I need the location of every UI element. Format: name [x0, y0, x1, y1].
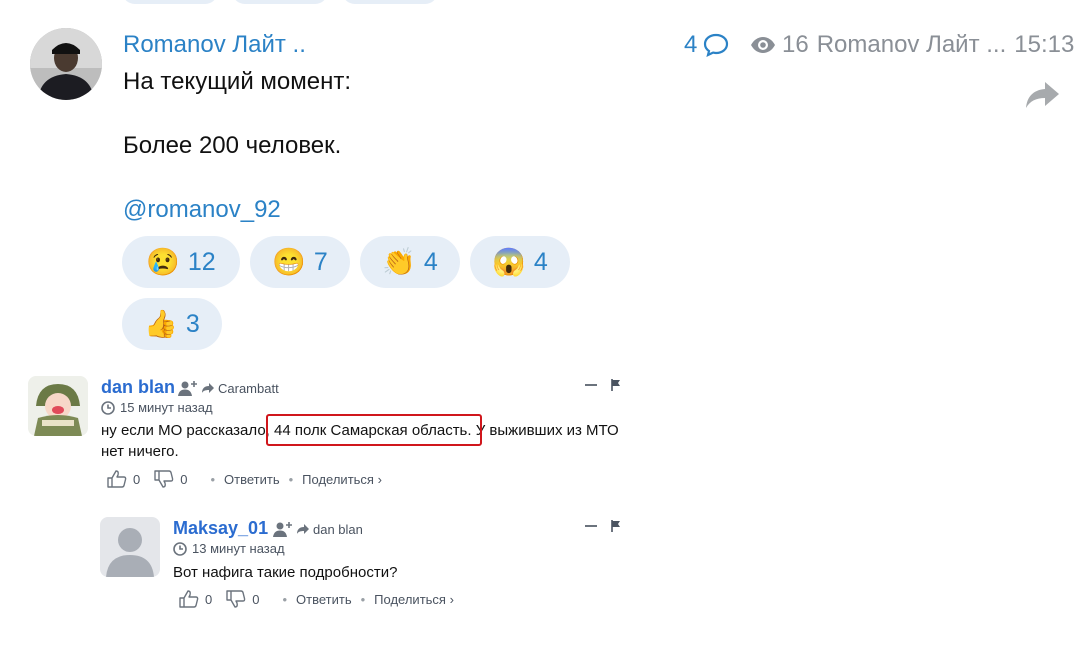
thumbs-up-icon: 👍	[144, 308, 178, 339]
separator: •	[360, 591, 366, 607]
post-time: 15:13	[1014, 31, 1075, 58]
channel-name: Romanov Лайт ...	[816, 31, 1007, 58]
post-line-2: Более 200 человек.	[123, 132, 342, 159]
post-meta: 16 Romanov Лайт ... 15:13	[750, 31, 1074, 59]
reply-to-name[interactable]: dan blan	[313, 522, 363, 537]
reaction-pill-partial[interactable]	[342, 0, 438, 4]
share-icon[interactable]	[1025, 80, 1061, 115]
post-author[interactable]: Romanov Лайт ..	[123, 31, 306, 59]
share-link[interactable]: Поделиться ›	[302, 472, 382, 487]
clapping-hands-icon: 👏	[382, 246, 416, 277]
comment-time: 15 минут назад	[101, 400, 213, 415]
screaming-face-icon: 😱	[492, 246, 526, 277]
comment-time-text: 13 минут назад	[192, 541, 285, 556]
reaction-scream[interactable]: 😱 4	[470, 236, 570, 288]
reaction-count: 3	[185, 309, 200, 338]
like-count: 0	[133, 471, 141, 487]
comment-actions: 0 0 • Ответить • Поделиться ›	[179, 590, 454, 608]
comment-time: 13 минут назад	[173, 541, 285, 556]
comments-count[interactable]: 4	[684, 31, 729, 59]
reply-link[interactable]: Ответить	[296, 592, 352, 607]
like-count: 0	[205, 591, 213, 607]
comment-author[interactable]: Maksay_01	[173, 518, 268, 539]
add-user-icon[interactable]	[273, 521, 293, 537]
grinning-face-icon: 😁	[272, 246, 306, 277]
post-line-1: На текущий момент:	[123, 68, 352, 95]
flag-icon[interactable]	[611, 379, 621, 391]
thumbs-up-icon[interactable]	[107, 470, 127, 488]
red-highlight-box	[266, 414, 482, 446]
reply-arrow-icon	[202, 383, 214, 393]
comment-text: Вот нафига такие подробности?	[173, 564, 398, 581]
reaction-thumbs-up[interactable]: 👍 3	[122, 298, 222, 350]
views-count: 16	[782, 31, 809, 58]
reaction-count: 7	[313, 247, 328, 276]
reply-arrow-icon	[297, 524, 309, 534]
thumbs-up-icon[interactable]	[179, 590, 199, 608]
separator: •	[282, 591, 288, 607]
crying-face-icon: 😢	[146, 246, 180, 277]
dislike-count: 0	[252, 591, 260, 607]
reply-to-name[interactable]: Carambatt	[218, 381, 279, 396]
flag-icon[interactable]	[611, 520, 621, 532]
collapse-icon[interactable]	[585, 525, 597, 527]
share-link[interactable]: Поделиться ›	[374, 592, 454, 607]
add-user-icon[interactable]	[178, 380, 198, 396]
comment-bubble-icon	[704, 33, 729, 57]
reaction-count: 4	[533, 247, 548, 276]
reaction-count: 4	[423, 247, 438, 276]
comment-avatar[interactable]	[100, 517, 160, 577]
eye-icon	[751, 37, 775, 53]
comment-text-part: ну если МО рассказало,	[101, 422, 274, 439]
reply-link[interactable]: Ответить	[224, 472, 280, 487]
comment-author[interactable]: dan blan	[101, 377, 175, 398]
reaction-clap[interactable]: 👏 4	[360, 236, 460, 288]
reaction-pill-partial[interactable]	[232, 0, 328, 4]
reaction-count: 12	[187, 247, 216, 276]
comment-actions: 0 0 • Ответить • Поделиться ›	[107, 470, 382, 488]
clock-icon	[101, 400, 115, 415]
post-avatar[interactable]	[30, 28, 102, 100]
comment-controls	[585, 520, 621, 532]
comment-time-text: 15 минут назад	[120, 400, 213, 415]
comment-avatar[interactable]	[28, 376, 88, 436]
clock-icon	[173, 541, 187, 556]
separator: •	[288, 471, 294, 487]
dislike-count: 0	[180, 471, 188, 487]
reaction-grin[interactable]: 😁 7	[250, 236, 350, 288]
separator: •	[210, 471, 216, 487]
post-mention[interactable]: @romanov_92	[123, 196, 281, 224]
comments-count-value: 4	[684, 31, 698, 58]
reaction-pill-partial[interactable]	[122, 0, 218, 4]
thumbs-down-icon[interactable]	[154, 470, 174, 488]
reply-to[interactable]: Carambatt	[178, 380, 279, 396]
collapse-icon[interactable]	[585, 384, 597, 386]
reply-to[interactable]: dan blan	[273, 521, 363, 537]
reaction-crying[interactable]: 😢 12	[122, 236, 240, 288]
comment-controls	[585, 379, 621, 391]
thumbs-down-icon[interactable]	[226, 590, 246, 608]
